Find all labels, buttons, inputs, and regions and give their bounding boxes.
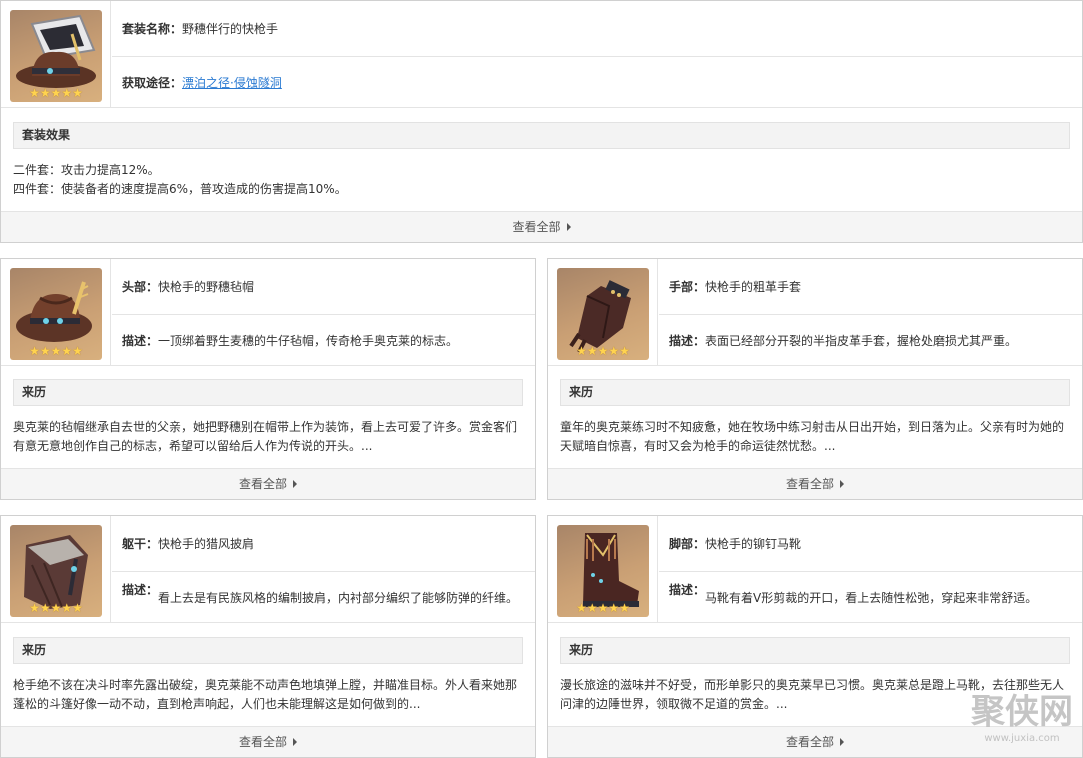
view-all-label: 查看全部 (785, 477, 834, 491)
piece-name-row: 躯干： 快枪手的猎风披肩 (112, 516, 535, 572)
piece-desc-row: 描述： 表面已经部分开裂的半指皮革手套，握枪处磨损尤其严重。 (659, 316, 1082, 365)
piece-header: ★★★★★ 脚部： 快枪手的铆钉马靴 描述： 马靴有着V形剪裁的开口，看上去随性… (548, 516, 1082, 623)
set-source-link[interactable]: 漂泊之径·侵蚀隧洞 (182, 74, 282, 92)
caret-right-icon (293, 479, 297, 488)
piece-card-hands: ★★★★★ 手部： 快枪手的粗革手套 描述： 表面已经部分开裂的半指皮革手套，握… (547, 258, 1083, 500)
poncho-cape-icon: ★★★★★ (10, 525, 102, 617)
piece-desc: 马靴有着V形剪裁的开口，看上去随性松弛，穿起来非常舒适。 (705, 590, 1038, 605)
desc-label: 描述： (669, 333, 706, 348)
set-effect-4pc: 四件套：使装备者的速度提高6%，普攻造成的伤害提高10%。 (13, 182, 347, 196)
hat-with-gear-icon: ★★★★★ (10, 10, 102, 102)
view-all-label: 查看全部 (238, 735, 287, 749)
lore-title: 来历 (560, 379, 1070, 406)
set-name-row: 套装名称： 野穗伴行的快枪手 (112, 1, 1082, 57)
riding-boot-icon: ★★★★★ (557, 525, 649, 617)
piece-name-row: 脚部： 快枪手的铆钉马靴 (659, 516, 1082, 572)
lore-text: 枪手绝不该在决斗时率先露出破绽，奥克莱能不动声色地填弹上膛，并瞄准目标。外人看来… (13, 678, 518, 711)
set-source-label: 获取途径： (122, 75, 183, 90)
set-name-value: 野穗伴行的快枪手 (182, 21, 279, 36)
piece-desc-row: 描述： 一顶绑着野生麦穗的牛仔毡帽，传奇枪手奥克莱的标志。 (112, 316, 535, 365)
piece-desc-row: 描述： 看上去是有民族风格的编制披肩，内衬部分编织了能够防弹的纤维。 (112, 573, 535, 622)
desc-label: 描述： (122, 583, 159, 597)
lore-title: 来历 (560, 637, 1070, 664)
caret-right-icon (293, 737, 297, 746)
piece-name: 快枪手的粗革手套 (705, 279, 802, 294)
piece-card-head: ★★★★★ 头部： 快枪手的野穗毡帽 描述： 一顶绑着野生麦穗的牛仔毡帽，传奇枪… (0, 258, 536, 500)
lore-title: 来历 (13, 379, 523, 406)
piece-icon-cell: ★★★★★ (548, 516, 658, 622)
lore-text: 奥克莱的毡帽继承自去世的父亲，她把野穗别在帽带上作为装饰，看上去可爱了许多。赏金… (13, 420, 518, 453)
rarity-stars: ★★★★★ (29, 601, 83, 615)
rarity-stars: ★★★★★ (576, 344, 630, 358)
piece-header: ★★★★★ 躯干： 快枪手的猎风披肩 描述： 看上去是有民族风格的编制披肩，内衬… (1, 516, 535, 623)
leather-glove-icon: ★★★★★ (557, 268, 649, 360)
piece-name-row: 头部： 快枪手的野穗毡帽 (112, 259, 535, 315)
slot-label: 头部： (122, 279, 159, 294)
piece-desc: 一顶绑着野生麦穗的牛仔毡帽，传奇枪手奥克莱的标志。 (158, 333, 459, 348)
view-all-label: 查看全部 (238, 477, 287, 491)
set-header: ★★★★★ 套装名称： 野穗伴行的快枪手 获取途径： 漂泊之径·侵蚀隧洞 (1, 1, 1082, 108)
set-effect-2pc: 二件套：攻击力提高12%。 (13, 163, 160, 177)
piece-card-feet: ★★★★★ 脚部： 快枪手的铆钉马靴 描述： 马靴有着V形剪裁的开口，看上去随性… (547, 515, 1083, 758)
piece-header: ★★★★★ 手部： 快枪手的粗革手套 描述： 表面已经部分开裂的半指皮革手套，握… (548, 259, 1082, 366)
lore-title: 来历 (13, 637, 523, 664)
slot-label: 脚部： (669, 536, 706, 551)
rarity-stars: ★★★★★ (29, 344, 83, 358)
view-all-button[interactable]: 查看全部 (1, 211, 1082, 242)
set-name-label: 套装名称： (122, 21, 183, 36)
rarity-stars: ★★★★★ (29, 86, 83, 100)
set-icon-cell: ★★★★★ (1, 1, 111, 107)
slot-label: 手部： (669, 279, 706, 294)
piece-icon-cell: ★★★★★ (1, 516, 111, 622)
rarity-stars: ★★★★★ (576, 601, 630, 615)
desc-label: 描述： (122, 333, 159, 348)
piece-icon-cell: ★★★★★ (1, 259, 111, 365)
view-all-label: 查看全部 (785, 735, 834, 749)
view-all-button[interactable]: 查看全部 (1, 726, 535, 757)
piece-name: 快枪手的野穗毡帽 (158, 279, 255, 294)
set-effect-title: 套装效果 (13, 122, 1070, 149)
piece-header: ★★★★★ 头部： 快枪手的野穗毡帽 描述： 一顶绑着野生麦穗的牛仔毡帽，传奇枪… (1, 259, 535, 366)
piece-name-row: 手部： 快枪手的粗革手套 (659, 259, 1082, 315)
view-all-button[interactable]: 查看全部 (1, 468, 535, 499)
piece-name: 快枪手的猎风披肩 (158, 536, 255, 551)
slot-label: 躯干： (122, 536, 159, 551)
piece-name: 快枪手的铆钉马靴 (705, 536, 802, 551)
piece-card-body: ★★★★★ 躯干： 快枪手的猎风披肩 描述： 看上去是有民族风格的编制披肩，内衬… (0, 515, 536, 758)
piece-desc: 表面已经部分开裂的半指皮革手套，握枪处磨损尤其严重。 (705, 333, 1018, 348)
piece-desc: 看上去是有民族风格的编制披肩，内衬部分编织了能够防弹的纤维。 (158, 590, 519, 605)
set-source-row: 获取途径： 漂泊之径·侵蚀隧洞 (112, 58, 1082, 107)
view-all-label: 查看全部 (512, 220, 561, 234)
view-all-button[interactable]: 查看全部 (548, 468, 1082, 499)
caret-right-icon (840, 737, 844, 746)
cowboy-hat-icon: ★★★★★ (10, 268, 102, 360)
caret-right-icon (566, 222, 571, 231)
set-card: ★★★★★ 套装名称： 野穗伴行的快枪手 获取途径： 漂泊之径·侵蚀隧洞 套装效… (0, 0, 1083, 243)
piece-desc-row: 描述： 马靴有着V形剪裁的开口，看上去随性松弛，穿起来非常舒适。 (659, 573, 1082, 622)
caret-right-icon (840, 479, 844, 488)
view-all-button[interactable]: 查看全部 (548, 726, 1082, 757)
piece-icon-cell: ★★★★★ (548, 259, 658, 365)
desc-label: 描述： (669, 583, 706, 597)
lore-text: 漫长旅途的滋味并不好受，而形单影只的奥克莱早已习惯。奥克莱总是蹬上马靴，去往那些… (560, 678, 1065, 711)
lore-text: 童年的奥克莱练习时不知疲惫，她在牧场中练习射击从日出开始，到日落为止。父亲有时为… (560, 420, 1065, 453)
